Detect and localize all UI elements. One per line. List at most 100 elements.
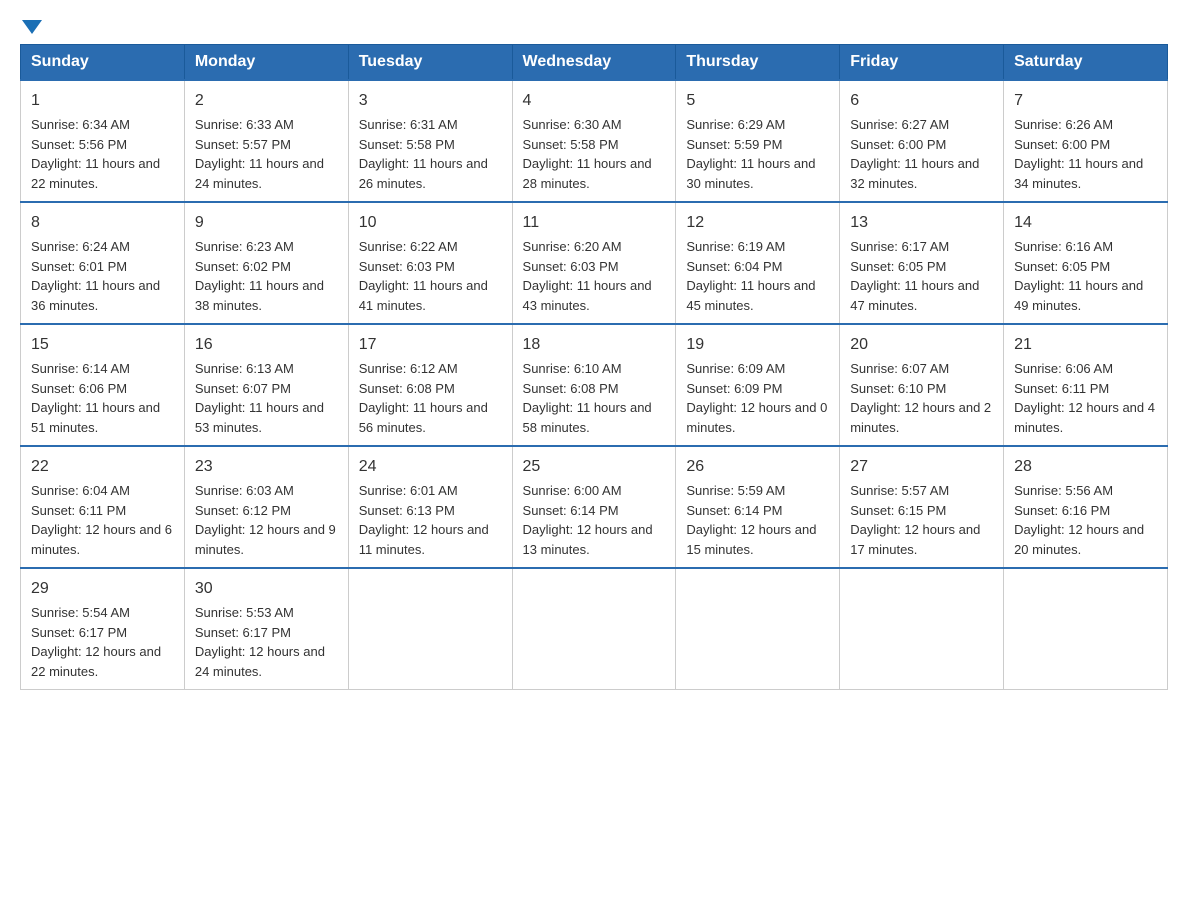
calendar-cell: 1 Sunrise: 6:34 AM Sunset: 5:56 PM Dayli… xyxy=(21,80,185,202)
day-daylight: Daylight: 12 hours and 24 minutes. xyxy=(195,644,325,679)
day-daylight: Daylight: 12 hours and 13 minutes. xyxy=(523,522,653,557)
calendar-cell: 19 Sunrise: 6:09 AM Sunset: 6:09 PM Dayl… xyxy=(676,324,840,446)
day-number: 26 xyxy=(686,455,829,479)
day-number: 24 xyxy=(359,455,502,479)
week-row-3: 15 Sunrise: 6:14 AM Sunset: 6:06 PM Dayl… xyxy=(21,324,1168,446)
day-number: 27 xyxy=(850,455,993,479)
day-sunset: Sunset: 5:56 PM xyxy=(31,137,127,152)
day-sunrise: Sunrise: 6:09 AM xyxy=(686,361,785,376)
header-sunday: Sunday xyxy=(21,45,185,81)
day-sunrise: Sunrise: 6:30 AM xyxy=(523,117,622,132)
calendar-cell: 13 Sunrise: 6:17 AM Sunset: 6:05 PM Dayl… xyxy=(840,202,1004,324)
calendar-cell: 22 Sunrise: 6:04 AM Sunset: 6:11 PM Dayl… xyxy=(21,446,185,568)
day-sunrise: Sunrise: 5:57 AM xyxy=(850,483,949,498)
calendar-cell: 2 Sunrise: 6:33 AM Sunset: 5:57 PM Dayli… xyxy=(184,80,348,202)
day-daylight: Daylight: 12 hours and 20 minutes. xyxy=(1014,522,1144,557)
day-sunrise: Sunrise: 5:53 AM xyxy=(195,605,294,620)
calendar-cell: 8 Sunrise: 6:24 AM Sunset: 6:01 PM Dayli… xyxy=(21,202,185,324)
header-tuesday: Tuesday xyxy=(348,45,512,81)
day-sunset: Sunset: 6:05 PM xyxy=(1014,259,1110,274)
day-sunset: Sunset: 6:03 PM xyxy=(523,259,619,274)
day-sunset: Sunset: 6:14 PM xyxy=(686,503,782,518)
day-daylight: Daylight: 11 hours and 51 minutes. xyxy=(31,400,160,435)
day-daylight: Daylight: 12 hours and 0 minutes. xyxy=(686,400,827,435)
day-sunset: Sunset: 6:04 PM xyxy=(686,259,782,274)
calendar-cell: 14 Sunrise: 6:16 AM Sunset: 6:05 PM Dayl… xyxy=(1004,202,1168,324)
calendar-cell: 28 Sunrise: 5:56 AM Sunset: 6:16 PM Dayl… xyxy=(1004,446,1168,568)
calendar-cell: 23 Sunrise: 6:03 AM Sunset: 6:12 PM Dayl… xyxy=(184,446,348,568)
day-sunset: Sunset: 6:17 PM xyxy=(31,625,127,640)
day-sunset: Sunset: 5:58 PM xyxy=(359,137,455,152)
day-daylight: Daylight: 11 hours and 22 minutes. xyxy=(31,156,160,191)
day-sunrise: Sunrise: 6:24 AM xyxy=(31,239,130,254)
calendar-cell: 30 Sunrise: 5:53 AM Sunset: 6:17 PM Dayl… xyxy=(184,568,348,690)
day-sunset: Sunset: 6:17 PM xyxy=(195,625,291,640)
calendar-cell xyxy=(840,568,1004,690)
day-sunrise: Sunrise: 6:33 AM xyxy=(195,117,294,132)
day-daylight: Daylight: 11 hours and 30 minutes. xyxy=(686,156,815,191)
day-daylight: Daylight: 12 hours and 9 minutes. xyxy=(195,522,336,557)
calendar-cell: 26 Sunrise: 5:59 AM Sunset: 6:14 PM Dayl… xyxy=(676,446,840,568)
day-number: 28 xyxy=(1014,455,1157,479)
week-row-4: 22 Sunrise: 6:04 AM Sunset: 6:11 PM Dayl… xyxy=(21,446,1168,568)
day-sunrise: Sunrise: 6:14 AM xyxy=(31,361,130,376)
calendar-cell: 11 Sunrise: 6:20 AM Sunset: 6:03 PM Dayl… xyxy=(512,202,676,324)
calendar-cell: 24 Sunrise: 6:01 AM Sunset: 6:13 PM Dayl… xyxy=(348,446,512,568)
day-sunset: Sunset: 6:16 PM xyxy=(1014,503,1110,518)
day-daylight: Daylight: 11 hours and 32 minutes. xyxy=(850,156,979,191)
day-sunrise: Sunrise: 6:17 AM xyxy=(850,239,949,254)
day-number: 22 xyxy=(31,455,174,479)
day-daylight: Daylight: 11 hours and 38 minutes. xyxy=(195,278,324,313)
day-number: 18 xyxy=(523,333,666,357)
page-header xyxy=(20,20,1168,34)
calendar-cell: 12 Sunrise: 6:19 AM Sunset: 6:04 PM Dayl… xyxy=(676,202,840,324)
day-sunset: Sunset: 6:15 PM xyxy=(850,503,946,518)
day-daylight: Daylight: 11 hours and 56 minutes. xyxy=(359,400,488,435)
day-daylight: Daylight: 11 hours and 47 minutes. xyxy=(850,278,979,313)
header-friday: Friday xyxy=(840,45,1004,81)
day-daylight: Daylight: 11 hours and 41 minutes. xyxy=(359,278,488,313)
day-sunset: Sunset: 6:03 PM xyxy=(359,259,455,274)
day-sunset: Sunset: 6:08 PM xyxy=(359,381,455,396)
day-number: 16 xyxy=(195,333,338,357)
day-number: 5 xyxy=(686,89,829,113)
day-number: 2 xyxy=(195,89,338,113)
calendar-cell: 20 Sunrise: 6:07 AM Sunset: 6:10 PM Dayl… xyxy=(840,324,1004,446)
day-sunset: Sunset: 6:09 PM xyxy=(686,381,782,396)
day-daylight: Daylight: 11 hours and 45 minutes. xyxy=(686,278,815,313)
calendar-cell: 29 Sunrise: 5:54 AM Sunset: 6:17 PM Dayl… xyxy=(21,568,185,690)
week-row-5: 29 Sunrise: 5:54 AM Sunset: 6:17 PM Dayl… xyxy=(21,568,1168,690)
day-sunrise: Sunrise: 6:06 AM xyxy=(1014,361,1113,376)
day-daylight: Daylight: 11 hours and 26 minutes. xyxy=(359,156,488,191)
calendar-cell: 25 Sunrise: 6:00 AM Sunset: 6:14 PM Dayl… xyxy=(512,446,676,568)
calendar-cell: 3 Sunrise: 6:31 AM Sunset: 5:58 PM Dayli… xyxy=(348,80,512,202)
day-sunset: Sunset: 6:08 PM xyxy=(523,381,619,396)
calendar-cell: 9 Sunrise: 6:23 AM Sunset: 6:02 PM Dayli… xyxy=(184,202,348,324)
day-sunset: Sunset: 6:12 PM xyxy=(195,503,291,518)
day-number: 20 xyxy=(850,333,993,357)
calendar-cell: 7 Sunrise: 6:26 AM Sunset: 6:00 PM Dayli… xyxy=(1004,80,1168,202)
day-sunset: Sunset: 6:07 PM xyxy=(195,381,291,396)
day-sunrise: Sunrise: 6:13 AM xyxy=(195,361,294,376)
week-row-1: 1 Sunrise: 6:34 AM Sunset: 5:56 PM Dayli… xyxy=(21,80,1168,202)
day-number: 8 xyxy=(31,211,174,235)
day-sunset: Sunset: 6:02 PM xyxy=(195,259,291,274)
day-number: 4 xyxy=(523,89,666,113)
day-sunrise: Sunrise: 6:34 AM xyxy=(31,117,130,132)
day-daylight: Daylight: 12 hours and 22 minutes. xyxy=(31,644,161,679)
logo-triangle-icon xyxy=(22,20,42,34)
calendar-table: SundayMondayTuesdayWednesdayThursdayFrid… xyxy=(20,44,1168,690)
day-daylight: Daylight: 12 hours and 17 minutes. xyxy=(850,522,980,557)
header-thursday: Thursday xyxy=(676,45,840,81)
week-row-2: 8 Sunrise: 6:24 AM Sunset: 6:01 PM Dayli… xyxy=(21,202,1168,324)
day-sunrise: Sunrise: 6:23 AM xyxy=(195,239,294,254)
day-sunset: Sunset: 6:11 PM xyxy=(1014,381,1109,396)
day-sunset: Sunset: 5:59 PM xyxy=(686,137,782,152)
day-sunrise: Sunrise: 6:07 AM xyxy=(850,361,949,376)
day-number: 1 xyxy=(31,89,174,113)
day-daylight: Daylight: 12 hours and 6 minutes. xyxy=(31,522,172,557)
calendar-cell: 27 Sunrise: 5:57 AM Sunset: 6:15 PM Dayl… xyxy=(840,446,1004,568)
calendar-cell: 18 Sunrise: 6:10 AM Sunset: 6:08 PM Dayl… xyxy=(512,324,676,446)
day-number: 15 xyxy=(31,333,174,357)
day-number: 14 xyxy=(1014,211,1157,235)
